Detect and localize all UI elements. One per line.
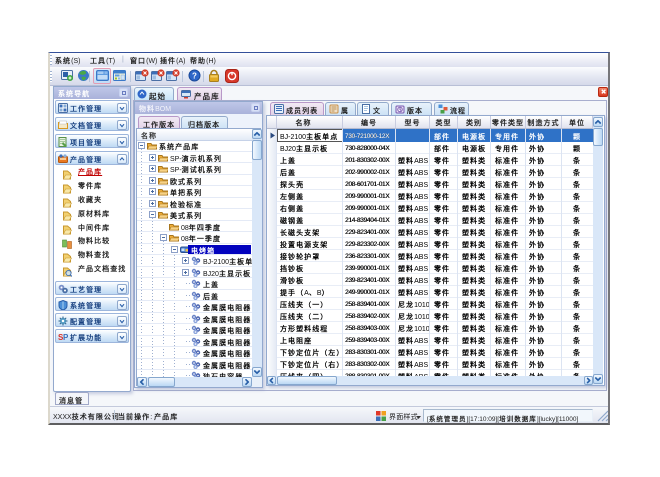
svg-text:?: ? xyxy=(192,72,197,81)
svg-text:P: P xyxy=(63,333,68,342)
